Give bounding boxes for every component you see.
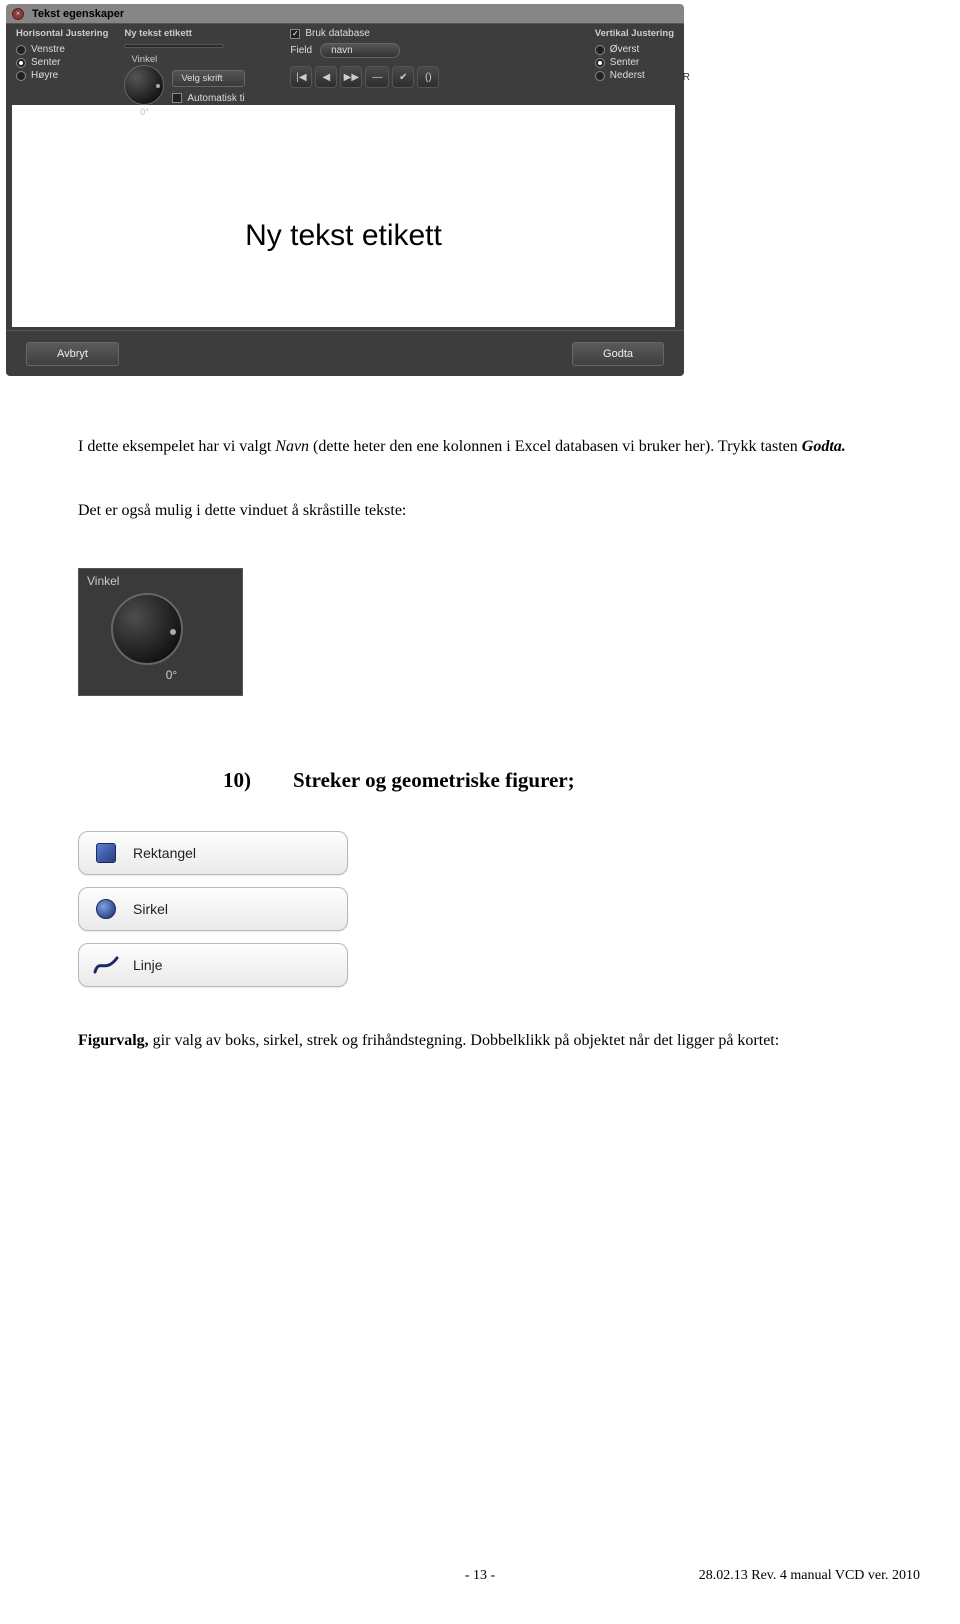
accept-button: Godta <box>572 342 664 366</box>
angle-label-2: Vinkel <box>79 569 242 593</box>
dialog-titlebar: × Tekst egenskaper <box>6 4 684 24</box>
circle-icon <box>93 896 119 922</box>
label-text-input <box>124 44 224 48</box>
radio-top: Øverst <box>595 44 674 55</box>
text-properties-dialog-screenshot: × Tekst egenskaper Horisontal Justering … <box>6 4 684 376</box>
paragraph-2: Det er også mulig i dette vinduet å skrå… <box>78 500 888 522</box>
line-icon <box>93 952 119 978</box>
horizontal-justify-group: Horisontal Justering Venstre Senter Høyr… <box>16 28 108 96</box>
choose-font-button: Velg skrift <box>172 70 244 87</box>
angle-dial-screenshot: Vinkel 0° <box>78 568 243 696</box>
radio-bottom: Nederst <box>595 70 674 81</box>
page-footer: - 13 - 28.02.13 Rev. 4 manual VCD ver. 2… <box>0 1568 960 1584</box>
next-icon: ▶▶ <box>340 66 362 88</box>
nav-icons-row: |◀ ◀ ▶▶ — ✔ () <box>290 66 470 88</box>
line-button: Linje <box>78 943 348 987</box>
vertical-justify-group: Vertikal Justering Øverst Senter Nederst <box>595 28 674 96</box>
center-col1: Ny tekst etikett Vinkel 0° Velg skrift A… <box>124 28 274 96</box>
radio-right: Høyre <box>16 70 108 81</box>
radio-center: Senter <box>16 57 108 68</box>
angle-dial-icon <box>124 65 164 105</box>
angle-label: Vinkel <box>132 54 158 65</box>
use-db-checkbox: ✓Bruk database <box>290 28 470 39</box>
revision-text: 28.02.13 Rev. 4 manual VCD ver. 2010 <box>699 1568 920 1584</box>
angle-value: 0° <box>140 107 149 117</box>
circle-label: Sirkel <box>133 901 168 917</box>
stray-r-letter: R <box>683 72 690 83</box>
rectangle-icon <box>93 840 119 866</box>
radio-middle: Senter <box>595 57 674 68</box>
paragraph-1: I dette eksempelet har vi valgt Navn (de… <box>78 436 888 458</box>
vert-header: Vertikal Justering <box>595 28 674 39</box>
field-select: navn <box>320 43 400 58</box>
new-label-header: Ny tekst etikett <box>124 28 274 39</box>
auto-checkbox: Automatisk ti <box>172 93 244 104</box>
parens-icon: () <box>417 66 439 88</box>
dialog-canvas: Ny tekst etikett <box>6 102 684 330</box>
angle-value-2: 0° <box>101 668 242 682</box>
check-icon: ✔ <box>392 66 414 88</box>
paragraph-3: Figurvalg, gir valg av boks, sirkel, str… <box>78 1030 888 1052</box>
close-icon: × <box>12 8 24 20</box>
horiz-header: Horisontal Justering <box>16 28 108 39</box>
prev-icon: ◀ <box>315 66 337 88</box>
dialog-title: Tekst egenskaper <box>32 8 124 20</box>
angle-dial-icon-2 <box>111 593 183 665</box>
section-heading: 10) Streker og geometriske figurer; <box>223 768 575 793</box>
shape-buttons-screenshot: Rektangel Sirkel Linje <box>78 831 348 999</box>
angle-dial-wrap: Vinkel 0° <box>124 54 164 117</box>
line-label: Linje <box>133 957 163 973</box>
rectangle-button: Rektangel <box>78 831 348 875</box>
circle-button: Sirkel <box>78 887 348 931</box>
rectangle-label: Rektangel <box>133 845 196 861</box>
first-icon: |◀ <box>290 66 312 88</box>
dialog-footer: Avbryt Godta <box>6 330 684 376</box>
heading-number: 10) <box>223 768 251 792</box>
field-label: Field <box>290 45 312 56</box>
heading-text: Streker og geometriske figurer; <box>293 768 575 792</box>
cancel-button: Avbryt <box>26 342 119 366</box>
center-col2: ✓Bruk database Field navn |◀ ◀ ▶▶ — ✔ () <box>290 28 470 96</box>
radio-left: Venstre <box>16 44 108 55</box>
last-icon: — <box>365 66 389 88</box>
canvas-sample-text: Ny tekst etikett <box>245 219 442 253</box>
dialog-toolbar: Horisontal Justering Venstre Senter Høyr… <box>6 24 684 102</box>
